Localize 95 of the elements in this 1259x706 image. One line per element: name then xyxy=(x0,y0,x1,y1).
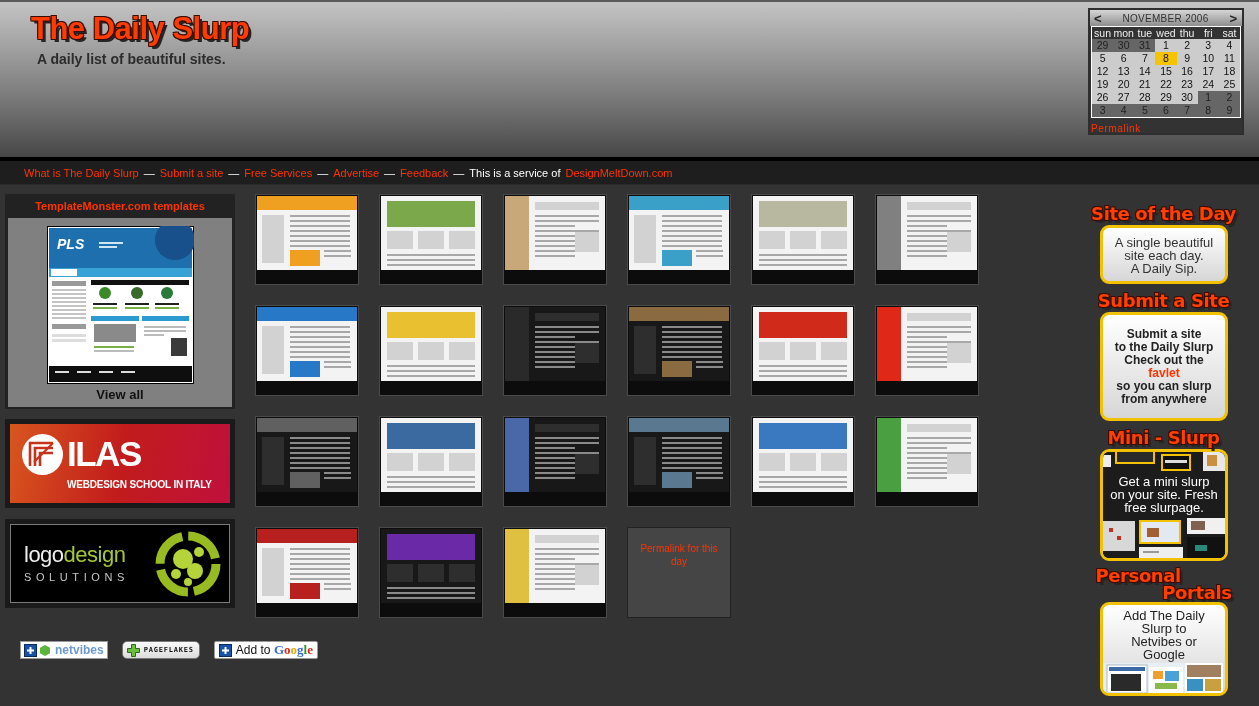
promo-title[interactable]: Submit a Site xyxy=(1097,290,1230,311)
calendar-day[interactable]: 30 xyxy=(1176,91,1198,104)
calendar-day[interactable]: 4 xyxy=(1218,39,1240,52)
promo-title[interactable]: Personal Portals xyxy=(1095,567,1232,601)
calendar-month: NOVEMBER 2006 xyxy=(1122,12,1209,24)
preview-title: PLS xyxy=(56,236,84,252)
calendar-day[interactable]: 23 xyxy=(1176,78,1198,91)
site-thumbnail[interactable] xyxy=(627,416,731,507)
separator-dash: — xyxy=(228,166,240,179)
nav-link[interactable]: Free Services xyxy=(244,166,313,179)
promo-title[interactable]: Site of the Day xyxy=(1091,203,1236,224)
calendar-day[interactable]: 27 xyxy=(1113,91,1135,104)
calendar-day[interactable]: 5 xyxy=(1092,52,1114,65)
hexagon-icon xyxy=(40,644,50,656)
site-thumbnail[interactable] xyxy=(379,527,483,618)
calendar-day[interactable]: 17 xyxy=(1197,65,1219,78)
calendar-day[interactable]: 26 xyxy=(1092,91,1114,104)
nav-link[interactable]: DesignMeltDown.com xyxy=(565,166,673,179)
tagline: A daily list of beautiful sites. xyxy=(37,50,226,68)
calendar-day[interactable]: 6 xyxy=(1113,52,1135,65)
calendar-day[interactable]: 1 xyxy=(1155,39,1177,52)
calendar-day[interactable]: 14 xyxy=(1134,65,1156,78)
site-thumbnail[interactable] xyxy=(379,416,483,507)
banner-title: ILAS xyxy=(67,433,141,475)
site-thumbnail[interactable] xyxy=(627,194,731,285)
template-heading[interactable]: TemplateMonster.com templates xyxy=(8,194,232,218)
promo-card[interactable]: Submit a site to the Daily Slurp Check out the favlet so you can slurp from anywhere xyxy=(1100,312,1228,421)
weekday-label: wed xyxy=(1155,27,1177,39)
calendar-day[interactable]: 24 xyxy=(1197,78,1219,91)
calendar-day[interactable]: 13 xyxy=(1113,65,1135,78)
separator-dash: — xyxy=(143,166,155,179)
calendar-day[interactable]: 12 xyxy=(1092,65,1114,78)
google-button[interactable]: Add to Google xyxy=(213,641,318,659)
site-thumbnail[interactable] xyxy=(255,416,359,507)
nav-link[interactable]: Feedback xyxy=(400,166,449,179)
promo-text: Get a mini slurp on your site. Fresh free slurpage. xyxy=(1109,475,1219,514)
calendar-day[interactable]: 20 xyxy=(1113,78,1135,91)
cross-icon xyxy=(126,643,140,657)
calendar-day[interactable]: 18 xyxy=(1218,65,1240,78)
separator-dash: — xyxy=(317,166,329,179)
next-month-button[interactable]: > xyxy=(1229,10,1237,26)
nav-link[interactable]: Advertise xyxy=(333,166,380,179)
promo-text: Add The Daily Slurp to Netvibes or Google xyxy=(1122,609,1206,661)
chevron-emblem-icon xyxy=(22,433,63,476)
site-thumbnail[interactable] xyxy=(379,305,483,396)
banner-title: logodesign xyxy=(24,543,126,567)
calendar-day[interactable]: 10 xyxy=(1197,52,1219,65)
calendar-day[interactable]: 7 xyxy=(1134,52,1156,65)
view-all-link[interactable]: View all xyxy=(96,387,144,403)
calendar-day[interactable]: 22 xyxy=(1155,78,1177,91)
calendar-day[interactable]: 11 xyxy=(1218,52,1240,65)
promo-title[interactable]: Mini - Slurp xyxy=(1107,427,1220,448)
site-thumbnail[interactable] xyxy=(875,416,979,507)
promo-card[interactable]: Get a mini slurp on your site. Fresh free slurpage. xyxy=(1100,449,1228,561)
site-thumbnail[interactable] xyxy=(875,305,979,396)
calendar-day[interactable]: 16 xyxy=(1176,65,1198,78)
banner-subtitle: WEBDESIGN SCHOOL IN ITALY xyxy=(67,478,212,492)
calendar-day[interactable]: 3 xyxy=(1197,39,1219,52)
ad-banner[interactable]: logodesign SOLUTIONS xyxy=(5,519,235,608)
previous-month-button[interactable]: < xyxy=(1094,10,1102,26)
site-thumbnail[interactable] xyxy=(503,305,607,396)
calendar-day[interactable]: 8 xyxy=(1155,52,1177,65)
site-thumbnail[interactable] xyxy=(255,527,359,618)
promo-text: Submit a site to the Daily Slurp Check out the favlet so you can slurp from anywhere xyxy=(1113,328,1215,406)
nav-text: This is a service of xyxy=(469,166,561,179)
site-thumbnail[interactable] xyxy=(255,194,359,285)
site-thumbnail[interactable] xyxy=(503,194,607,285)
banner-subtitle: SOLUTIONS xyxy=(24,571,129,584)
promo-text: A single beautiful site each day. A Daily Sip. xyxy=(1113,236,1215,275)
ad-banner[interactable]: ILAS WEBDESIGN SCHOOL IN ITALY xyxy=(5,419,235,508)
calendar-day[interactable]: 19 xyxy=(1092,78,1114,91)
site-thumbnail[interactable] xyxy=(627,305,731,396)
site-thumbnail[interactable] xyxy=(379,194,483,285)
promo-card[interactable]: Add The Daily Slurp to Netvibes or Google xyxy=(1100,602,1228,696)
site-thumbnail[interactable] xyxy=(503,416,607,507)
nav-link[interactable]: What is The Daily Slurp xyxy=(24,166,139,179)
promo-card[interactable]: A single beautiful site each day. A Daily Sip. xyxy=(1100,225,1228,284)
site-thumbnail[interactable] xyxy=(875,194,979,285)
calendar-day[interactable]: 15 xyxy=(1155,65,1177,78)
calendar-day[interactable]: 29 xyxy=(1155,91,1177,104)
site-thumbnail[interactable] xyxy=(503,527,607,618)
site-thumbnail[interactable] xyxy=(751,416,855,507)
plus-icon xyxy=(218,643,232,657)
plus-icon xyxy=(24,643,37,657)
calendar-day[interactable]: 25 xyxy=(1218,78,1240,91)
site-thumbnail[interactable] xyxy=(751,305,855,396)
nav-link[interactable]: Submit a site xyxy=(159,166,224,179)
site-thumbnail[interactable] xyxy=(751,194,855,285)
calendar-day[interactable]: 21 xyxy=(1134,78,1156,91)
calendar-day[interactable]: 2 xyxy=(1176,39,1198,52)
separator-dash: — xyxy=(384,166,396,179)
calendar-day[interactable]: 9 xyxy=(1176,52,1198,65)
calendar-day[interactable]: 28 xyxy=(1134,91,1156,104)
site-thumbnail[interactable] xyxy=(255,305,359,396)
separator-dash: — xyxy=(453,166,465,179)
